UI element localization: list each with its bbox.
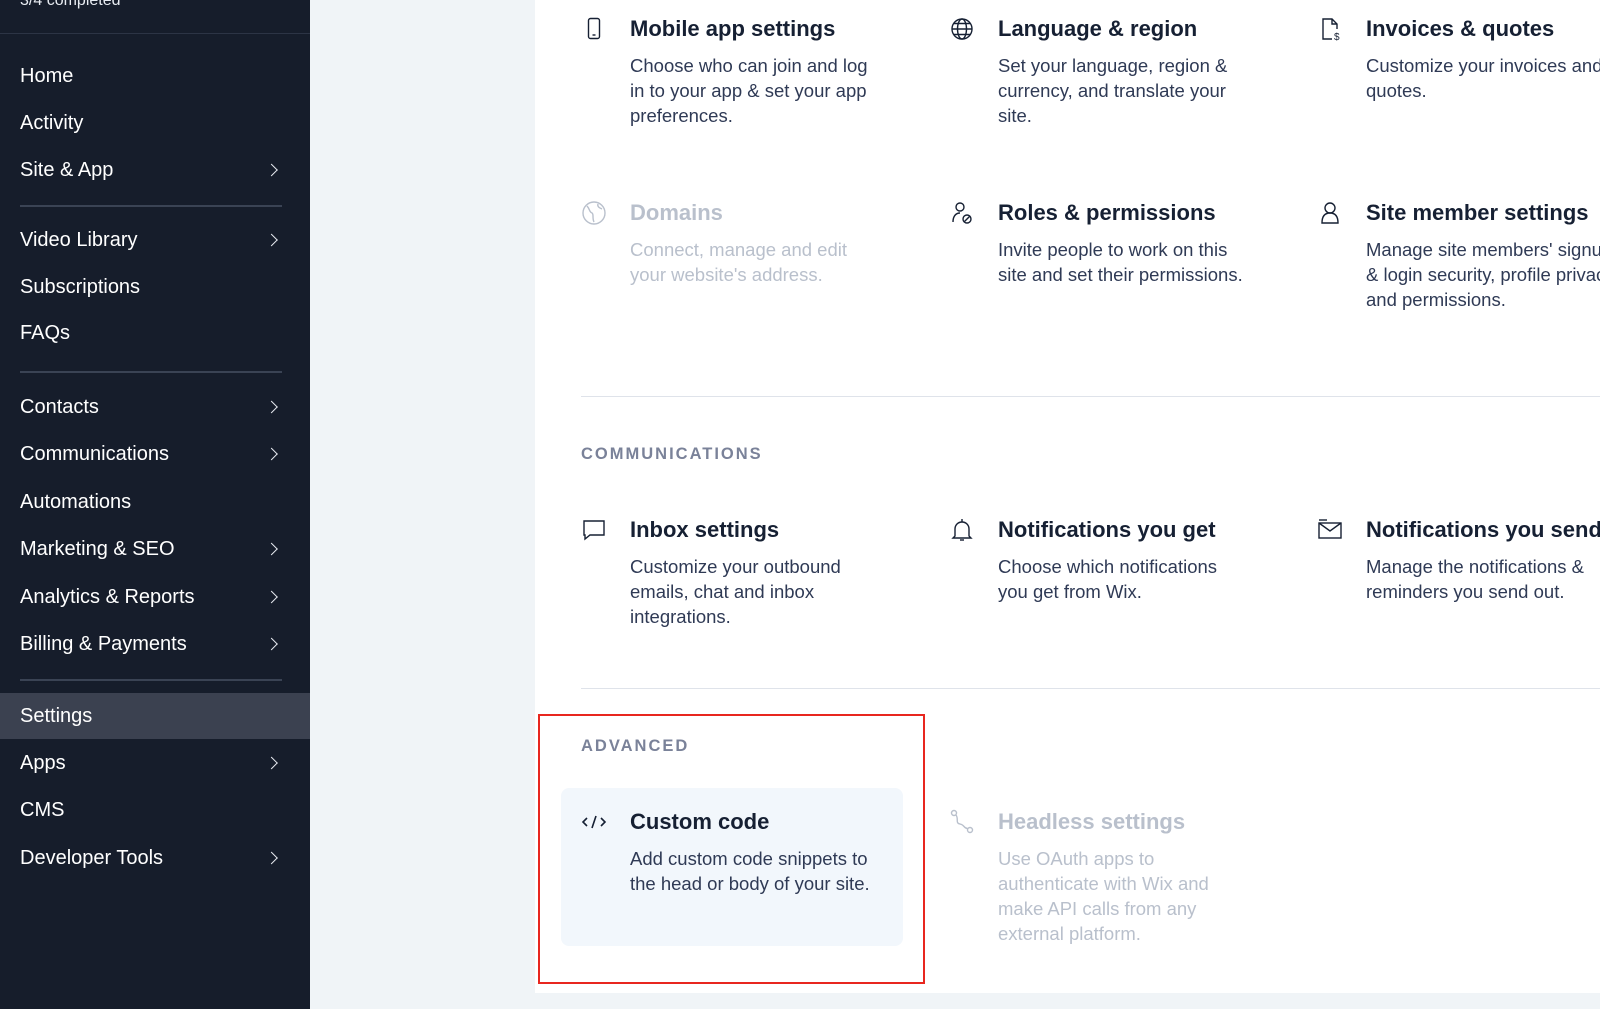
sidebar-item-label: Subscriptions (20, 275, 141, 298)
sidebar-item-label: Apps (20, 751, 66, 774)
chat-bubble-icon (581, 517, 607, 543)
chevron-right-icon (265, 590, 278, 604)
main-content: Mobile app settings Choose who can join … (310, 0, 1600, 1009)
sidebar-divider (0, 33, 310, 34)
sidebar-item-cms[interactable]: CMS (0, 787, 310, 833)
sidebar-item-label: Analytics & Reports (20, 585, 195, 608)
annotation-highlight-box (538, 714, 925, 984)
sidebar-item-faqs[interactable]: FAQs (0, 310, 310, 356)
sidebar-item-contacts[interactable]: Contacts (0, 384, 310, 430)
sidebar-divider (20, 679, 282, 681)
sidebar-item-settings[interactable]: Settings (0, 693, 310, 739)
member-icon (1317, 200, 1343, 226)
sidebar-item-billing-payments[interactable]: Billing & Payments (0, 621, 310, 667)
svg-text:$: $ (1334, 32, 1340, 42)
sidebar-item-label: Site & App (20, 158, 114, 181)
card-description: Set your language, region & currency, an… (998, 55, 1228, 126)
bell-icon (949, 517, 975, 543)
card-title: Site member settings (1366, 200, 1589, 225)
sidebar-item-label: Contacts (20, 395, 99, 418)
sidebar-item-home[interactable]: Home (0, 53, 310, 99)
sidebar-item-label: Video Library (20, 228, 138, 251)
card-title: Inbox settings (630, 517, 780, 542)
sidebar-item-label: Marketing & SEO (20, 537, 175, 560)
sidebar-item-label: Billing & Payments (20, 632, 187, 655)
sidebar-item-label: Developer Tools (20, 846, 164, 869)
sidebar-item-label: FAQs (20, 321, 71, 344)
section-divider (581, 396, 1600, 397)
card-title: Domains (630, 200, 723, 225)
card-description: Customize your invoices and quotes. (1366, 55, 1600, 101)
section-title-communications: COMMUNICATIONS (581, 445, 763, 463)
roles-permissions-icon (949, 200, 975, 226)
sidebar-item-automations[interactable]: Automations (0, 479, 310, 525)
chevron-right-icon (265, 542, 278, 556)
envelope-icon (1317, 517, 1343, 543)
section-divider (581, 688, 1600, 689)
card-description: Use OAuth apps to authenticate with Wix … (998, 848, 1209, 944)
sidebar-item-developer-tools[interactable]: Developer Tools (0, 835, 310, 881)
chevron-right-icon (265, 756, 278, 770)
chevron-right-icon (265, 163, 278, 177)
sidebar-item-marketing-seo[interactable]: Marketing & SEO (0, 526, 310, 572)
sidebar-item-subscriptions[interactable]: Subscriptions (0, 264, 310, 310)
sidebar-item-apps[interactable]: Apps (0, 740, 310, 786)
sidebar: 3/4 completed Home Activity Site & App V… (0, 0, 310, 1009)
sidebar-item-label: Activity (20, 111, 84, 134)
card-description: Manage site members' signup & login secu… (1366, 239, 1600, 310)
settings-panel: Mobile app settings Choose who can join … (535, 0, 1600, 993)
sidebar-item-communications[interactable]: Communications (0, 431, 310, 477)
mobile-phone-icon (581, 16, 607, 42)
sidebar-item-label: Settings (20, 704, 93, 727)
setup-progress-text: 3/4 completed (20, 0, 121, 9)
sidebar-item-label: Automations (20, 490, 132, 513)
card-title: Mobile app settings (630, 16, 836, 41)
card-description: Manage the notifications & reminders you… (1366, 556, 1585, 602)
card-title: Notifications you get (998, 517, 1216, 542)
invoice-icon: $ (1317, 16, 1343, 42)
card-title: Invoices & quotes (1366, 16, 1555, 41)
sidebar-item-label: Home (20, 64, 74, 87)
chevron-right-icon (265, 447, 278, 461)
sidebar-item-activity[interactable]: Activity (0, 100, 310, 146)
card-description: Customize your outbound emails, chat and… (630, 556, 841, 627)
card-description: Connect, manage and edit your website's … (630, 239, 848, 285)
card-description: Invite people to work on this site and s… (998, 239, 1243, 285)
chevron-right-icon (265, 400, 278, 414)
sidebar-divider (20, 205, 282, 207)
card-title: Headless settings (998, 809, 1186, 834)
sidebar-item-video-library[interactable]: Video Library (0, 217, 310, 263)
domain-globe-icon (581, 200, 607, 226)
sidebar-item-site-app[interactable]: Site & App (0, 147, 310, 193)
card-title: Language & region (998, 16, 1198, 41)
card-description: Choose which notifications you get from … (998, 556, 1218, 602)
card-title: Roles & permissions (998, 200, 1216, 225)
card-title: Notifications you send (1366, 517, 1600, 542)
chevron-right-icon (265, 851, 278, 865)
sidebar-divider (20, 371, 282, 373)
card-description: Choose who can join and log in to your a… (630, 55, 868, 126)
sidebar-item-label: CMS (20, 798, 65, 821)
headless-icon (949, 809, 975, 835)
sidebar-item-label: Communications (20, 442, 169, 465)
globe-icon (949, 16, 975, 42)
chevron-right-icon (265, 233, 278, 247)
sidebar-item-analytics-reports[interactable]: Analytics & Reports (0, 574, 310, 620)
chevron-right-icon (265, 637, 278, 651)
